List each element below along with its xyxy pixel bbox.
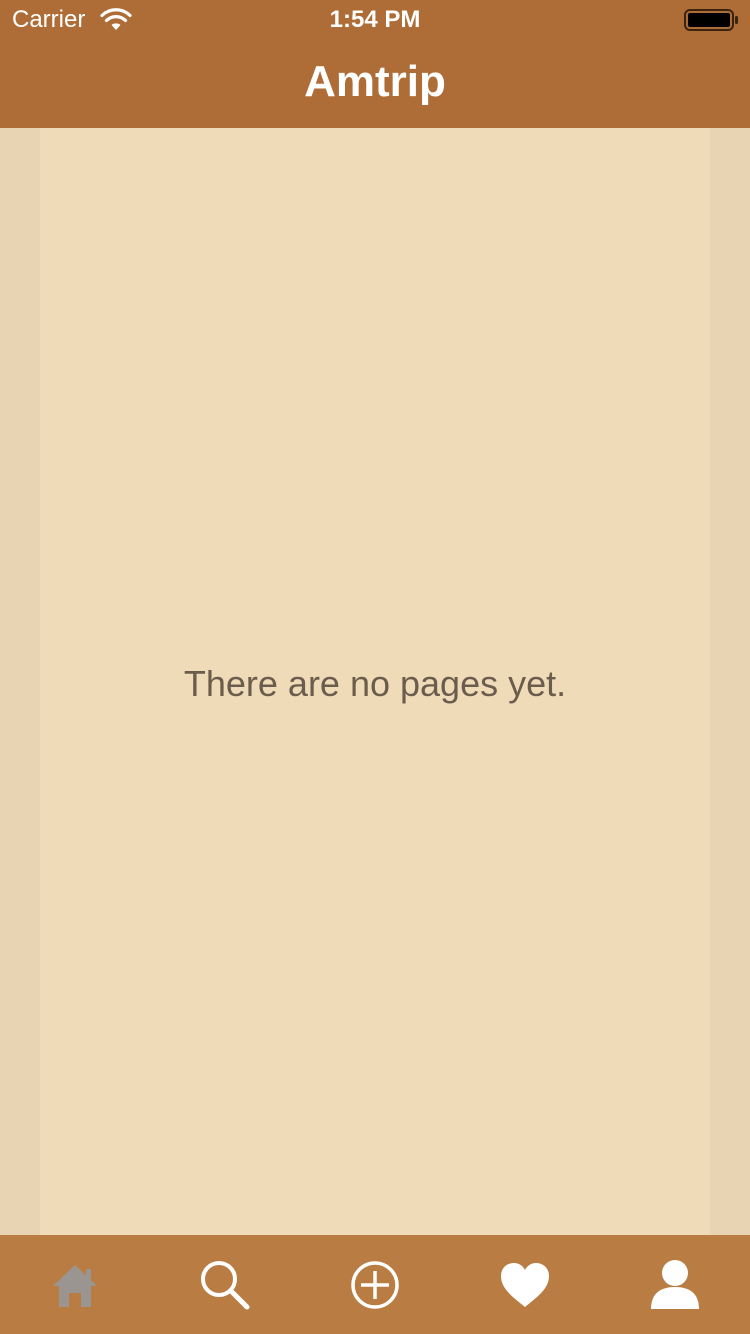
- clock: 1:54 PM: [329, 6, 421, 33]
- tab-add[interactable]: [300, 1235, 450, 1334]
- battery-icon: [684, 9, 738, 31]
- tab-favorites[interactable]: [450, 1235, 600, 1334]
- home-icon: [53, 1264, 97, 1307]
- status-bar: Carrier 1:54 PM: [0, 0, 750, 40]
- search-icon: [201, 1260, 250, 1309]
- add-circle-icon: [351, 1260, 399, 1309]
- page-title: Amtrip: [304, 57, 446, 106]
- tab-home[interactable]: [0, 1235, 150, 1334]
- empty-state-message: There are no pages yet.: [183, 663, 567, 704]
- user-icon: [651, 1259, 699, 1309]
- header: Carrier 1:54 PM Amtrip: [0, 0, 750, 128]
- tab-search[interactable]: [150, 1235, 300, 1334]
- app-screen: Carrier 1:54 PM Amtrip There are no page…: [0, 0, 750, 1334]
- tab-bar: [0, 1235, 750, 1334]
- heart-icon: [501, 1262, 549, 1307]
- tab-profile[interactable]: [600, 1235, 750, 1334]
